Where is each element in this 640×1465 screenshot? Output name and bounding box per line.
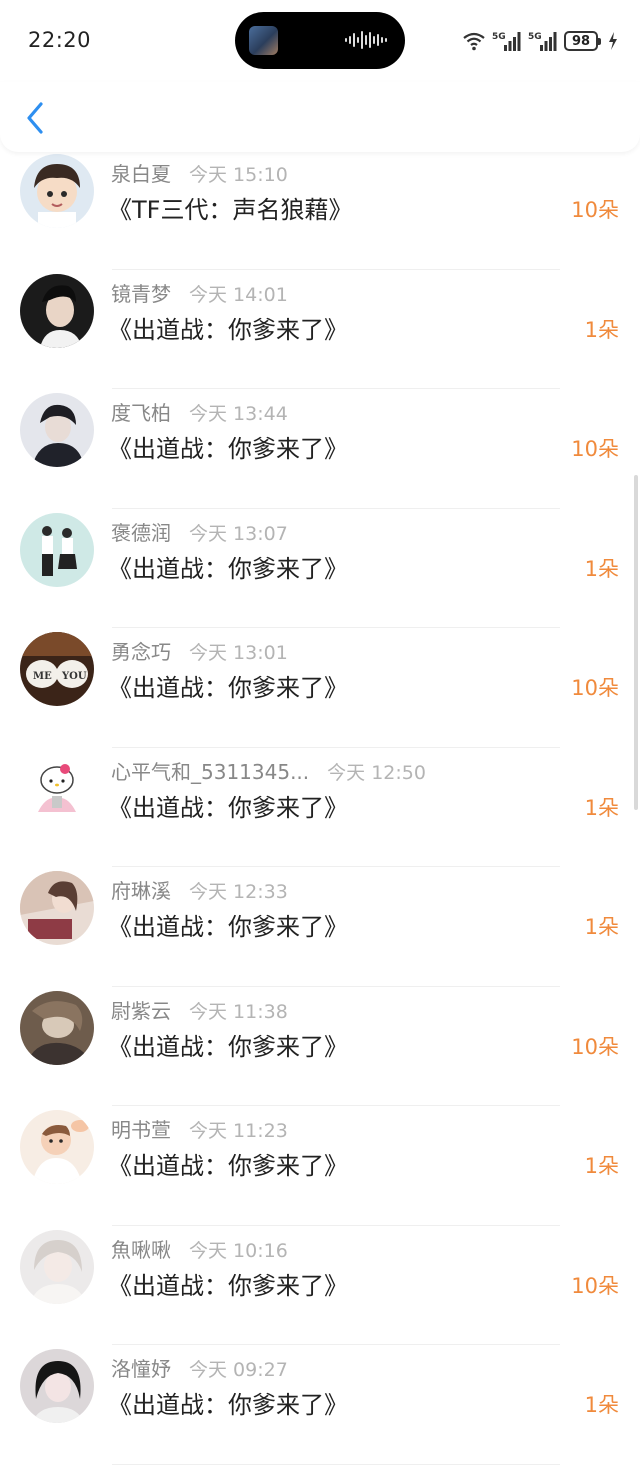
flower-count: 1朵 xyxy=(584,1393,619,1417)
book-title[interactable]: 《出道战：你爹来了》 xyxy=(108,668,348,703)
scrollbar[interactable] xyxy=(634,475,638,810)
name-line: 魚啾啾 今天 10:16 xyxy=(111,1234,288,1262)
chevron-left-icon xyxy=(27,102,43,134)
avatar[interactable] xyxy=(20,273,94,348)
list-item[interactable]: 明书萱 今天 11:23 《出道战：你爹来了》 1朵 xyxy=(0,1106,640,1226)
user-name[interactable]: 尉紫云 xyxy=(111,995,171,1024)
list-item[interactable]: 泉白夏 今天 15:10 《TF三代：声名狼藉》 10朵 xyxy=(0,150,640,270)
flower-count: 1朵 xyxy=(584,556,619,581)
timestamp: 今天 12:50 xyxy=(327,761,426,784)
user-name[interactable]: 度飞柏 xyxy=(111,397,171,426)
list-item[interactable]: 魚啾啾 今天 10:16 《出道战：你爹来了》 10朵 xyxy=(0,1226,640,1345)
list-item[interactable]: 心平气和_5311345... 今天 12:50 《出道战：你爹来了》 1朵 xyxy=(0,748,640,867)
timestamp: 今天 14:01 xyxy=(189,283,288,306)
flower-count: 10朵 xyxy=(571,1273,619,1298)
svg-text:ME: ME xyxy=(33,671,52,682)
book-title[interactable]: 《出道战：你爹来了》 xyxy=(108,1027,348,1062)
user-name[interactable]: 洛憧妤 xyxy=(111,1353,171,1382)
avatar[interactable] xyxy=(20,1349,94,1423)
name-line: 泉白夏 今天 15:10 xyxy=(111,158,288,186)
name-line: 褒德润 今天 13:07 xyxy=(111,517,288,545)
wifi-icon xyxy=(463,32,485,51)
cellular-signal-icon-2: 5G xyxy=(528,32,557,51)
user-name[interactable]: 镜青梦 xyxy=(111,278,171,307)
network-type-2: 5G xyxy=(528,32,542,42)
timestamp: 今天 15:10 xyxy=(189,164,288,186)
user-name[interactable]: 褒德润 xyxy=(111,517,171,546)
book-title[interactable]: 《TF三代：声名狼藉》 xyxy=(108,190,352,225)
user-name[interactable]: 魚啾啾 xyxy=(111,1234,171,1263)
network-type-1: 5G xyxy=(492,32,506,42)
timestamp: 今天 12:33 xyxy=(189,881,288,903)
name-line: 府琳溪 今天 12:33 xyxy=(111,875,288,903)
avatar[interactable] xyxy=(20,1229,94,1304)
flower-count: 10朵 xyxy=(571,676,619,700)
list-item[interactable]: ME YOU 勇念巧 今天 13:01 《出道战：你爹来了》 10朵 xyxy=(0,628,640,748)
name-line: 勇念巧 今天 13:01 xyxy=(111,636,288,664)
status-bar: 22:20 5G 5G 98 xyxy=(0,0,640,82)
avatar[interactable] xyxy=(20,871,94,945)
name-line: 尉紫云 今天 11:38 xyxy=(111,995,288,1023)
list-item[interactable]: 尉紫云 今天 11:38 《出道战：你爹来了》 10朵 xyxy=(0,987,640,1106)
book-title[interactable]: 《出道战：你爹来了》 xyxy=(108,1385,348,1420)
avatar[interactable] xyxy=(20,990,94,1065)
flower-count: 1朵 xyxy=(584,915,619,939)
charging-bolt-icon xyxy=(609,32,617,50)
timestamp: 今天 13:01 xyxy=(189,642,288,664)
timestamp: 今天 13:44 xyxy=(189,403,288,425)
flower-count: 10朵 xyxy=(571,437,619,461)
flower-count: 10朵 xyxy=(571,198,619,222)
name-line: 心平气和_5311345... 今天 12:50 xyxy=(111,756,426,784)
user-name[interactable]: 泉白夏 xyxy=(111,158,171,187)
status-time: 22:20 xyxy=(28,28,92,52)
header-bar xyxy=(0,82,640,152)
svg-text:YOU: YOU xyxy=(61,671,87,682)
list-item[interactable]: 洛憧妤 今天 09:27 《出道战：你爹来了》 1朵 xyxy=(0,1345,640,1465)
audio-wave-icon xyxy=(345,31,387,49)
list-item[interactable]: 镜青梦 今天 14:01 《出道战：你爹来了》 1朵 xyxy=(0,270,640,389)
name-line: 度飞柏 今天 13:44 xyxy=(111,397,288,425)
book-title[interactable]: 《出道战：你爹来了》 xyxy=(108,788,348,823)
flower-count: 1朵 xyxy=(584,1154,619,1178)
list-item[interactable]: 褒德润 今天 13:07 《出道战：你爹来了》 1朵 xyxy=(0,509,640,628)
book-title[interactable]: 《出道战：你爹来了》 xyxy=(108,907,348,942)
battery-indicator: 98 xyxy=(564,31,601,51)
book-title[interactable]: 《出道战：你爹来了》 xyxy=(108,549,348,584)
name-line: 洛憧妤 今天 09:27 xyxy=(111,1353,288,1381)
timestamp: 今天 11:23 xyxy=(189,1120,288,1142)
user-name[interactable]: 明书萱 xyxy=(111,1114,171,1143)
avatar[interactable] xyxy=(20,751,94,826)
avatar[interactable] xyxy=(20,1110,94,1184)
book-title[interactable]: 《出道战：你爹来了》 xyxy=(108,429,348,464)
flower-count: 10朵 xyxy=(571,1034,619,1059)
book-title[interactable]: 《出道战：你爹来了》 xyxy=(108,1146,348,1181)
avatar[interactable] xyxy=(20,512,94,587)
avatar[interactable] xyxy=(20,393,94,467)
name-line: 明书萱 今天 11:23 xyxy=(111,1114,288,1142)
avatar[interactable] xyxy=(20,154,94,228)
flower-count: 1朵 xyxy=(584,795,619,820)
status-icons: 5G 5G 98 xyxy=(462,28,618,54)
list-item[interactable]: 府琳溪 今天 12:33 《出道战：你爹来了》 1朵 xyxy=(0,867,640,987)
divider xyxy=(112,1463,560,1465)
dynamic-island[interactable] xyxy=(235,12,405,69)
name-line: 镜青梦 今天 14:01 xyxy=(111,278,288,306)
book-title[interactable]: 《出道战：你爹来了》 xyxy=(108,1266,348,1301)
list-item[interactable]: 度飞柏 今天 13:44 《出道战：你爹来了》 10朵 xyxy=(0,389,640,509)
user-name[interactable]: 勇念巧 xyxy=(111,636,171,665)
timestamp: 今天 11:38 xyxy=(189,1000,288,1023)
user-name[interactable]: 府琳溪 xyxy=(111,875,171,904)
avatar[interactable]: ME YOU xyxy=(20,632,94,706)
user-name[interactable]: 心平气和_5311345... xyxy=(111,756,309,785)
cellular-signal-icon: 5G xyxy=(492,32,521,51)
battery-level: 98 xyxy=(571,33,591,49)
now-playing-thumbnail[interactable] xyxy=(249,26,278,55)
book-title[interactable]: 《出道战：你爹来了》 xyxy=(108,310,348,345)
timestamp: 今天 09:27 xyxy=(189,1359,288,1381)
gift-record-list: 泉白夏 今天 15:10 《TF三代：声名狼藉》 10朵 镜青梦 今天 14:0… xyxy=(0,150,640,1465)
timestamp: 今天 13:07 xyxy=(189,522,288,545)
timestamp: 今天 10:16 xyxy=(189,1239,288,1262)
back-button[interactable] xyxy=(18,98,52,138)
flower-count: 1朵 xyxy=(584,317,619,342)
